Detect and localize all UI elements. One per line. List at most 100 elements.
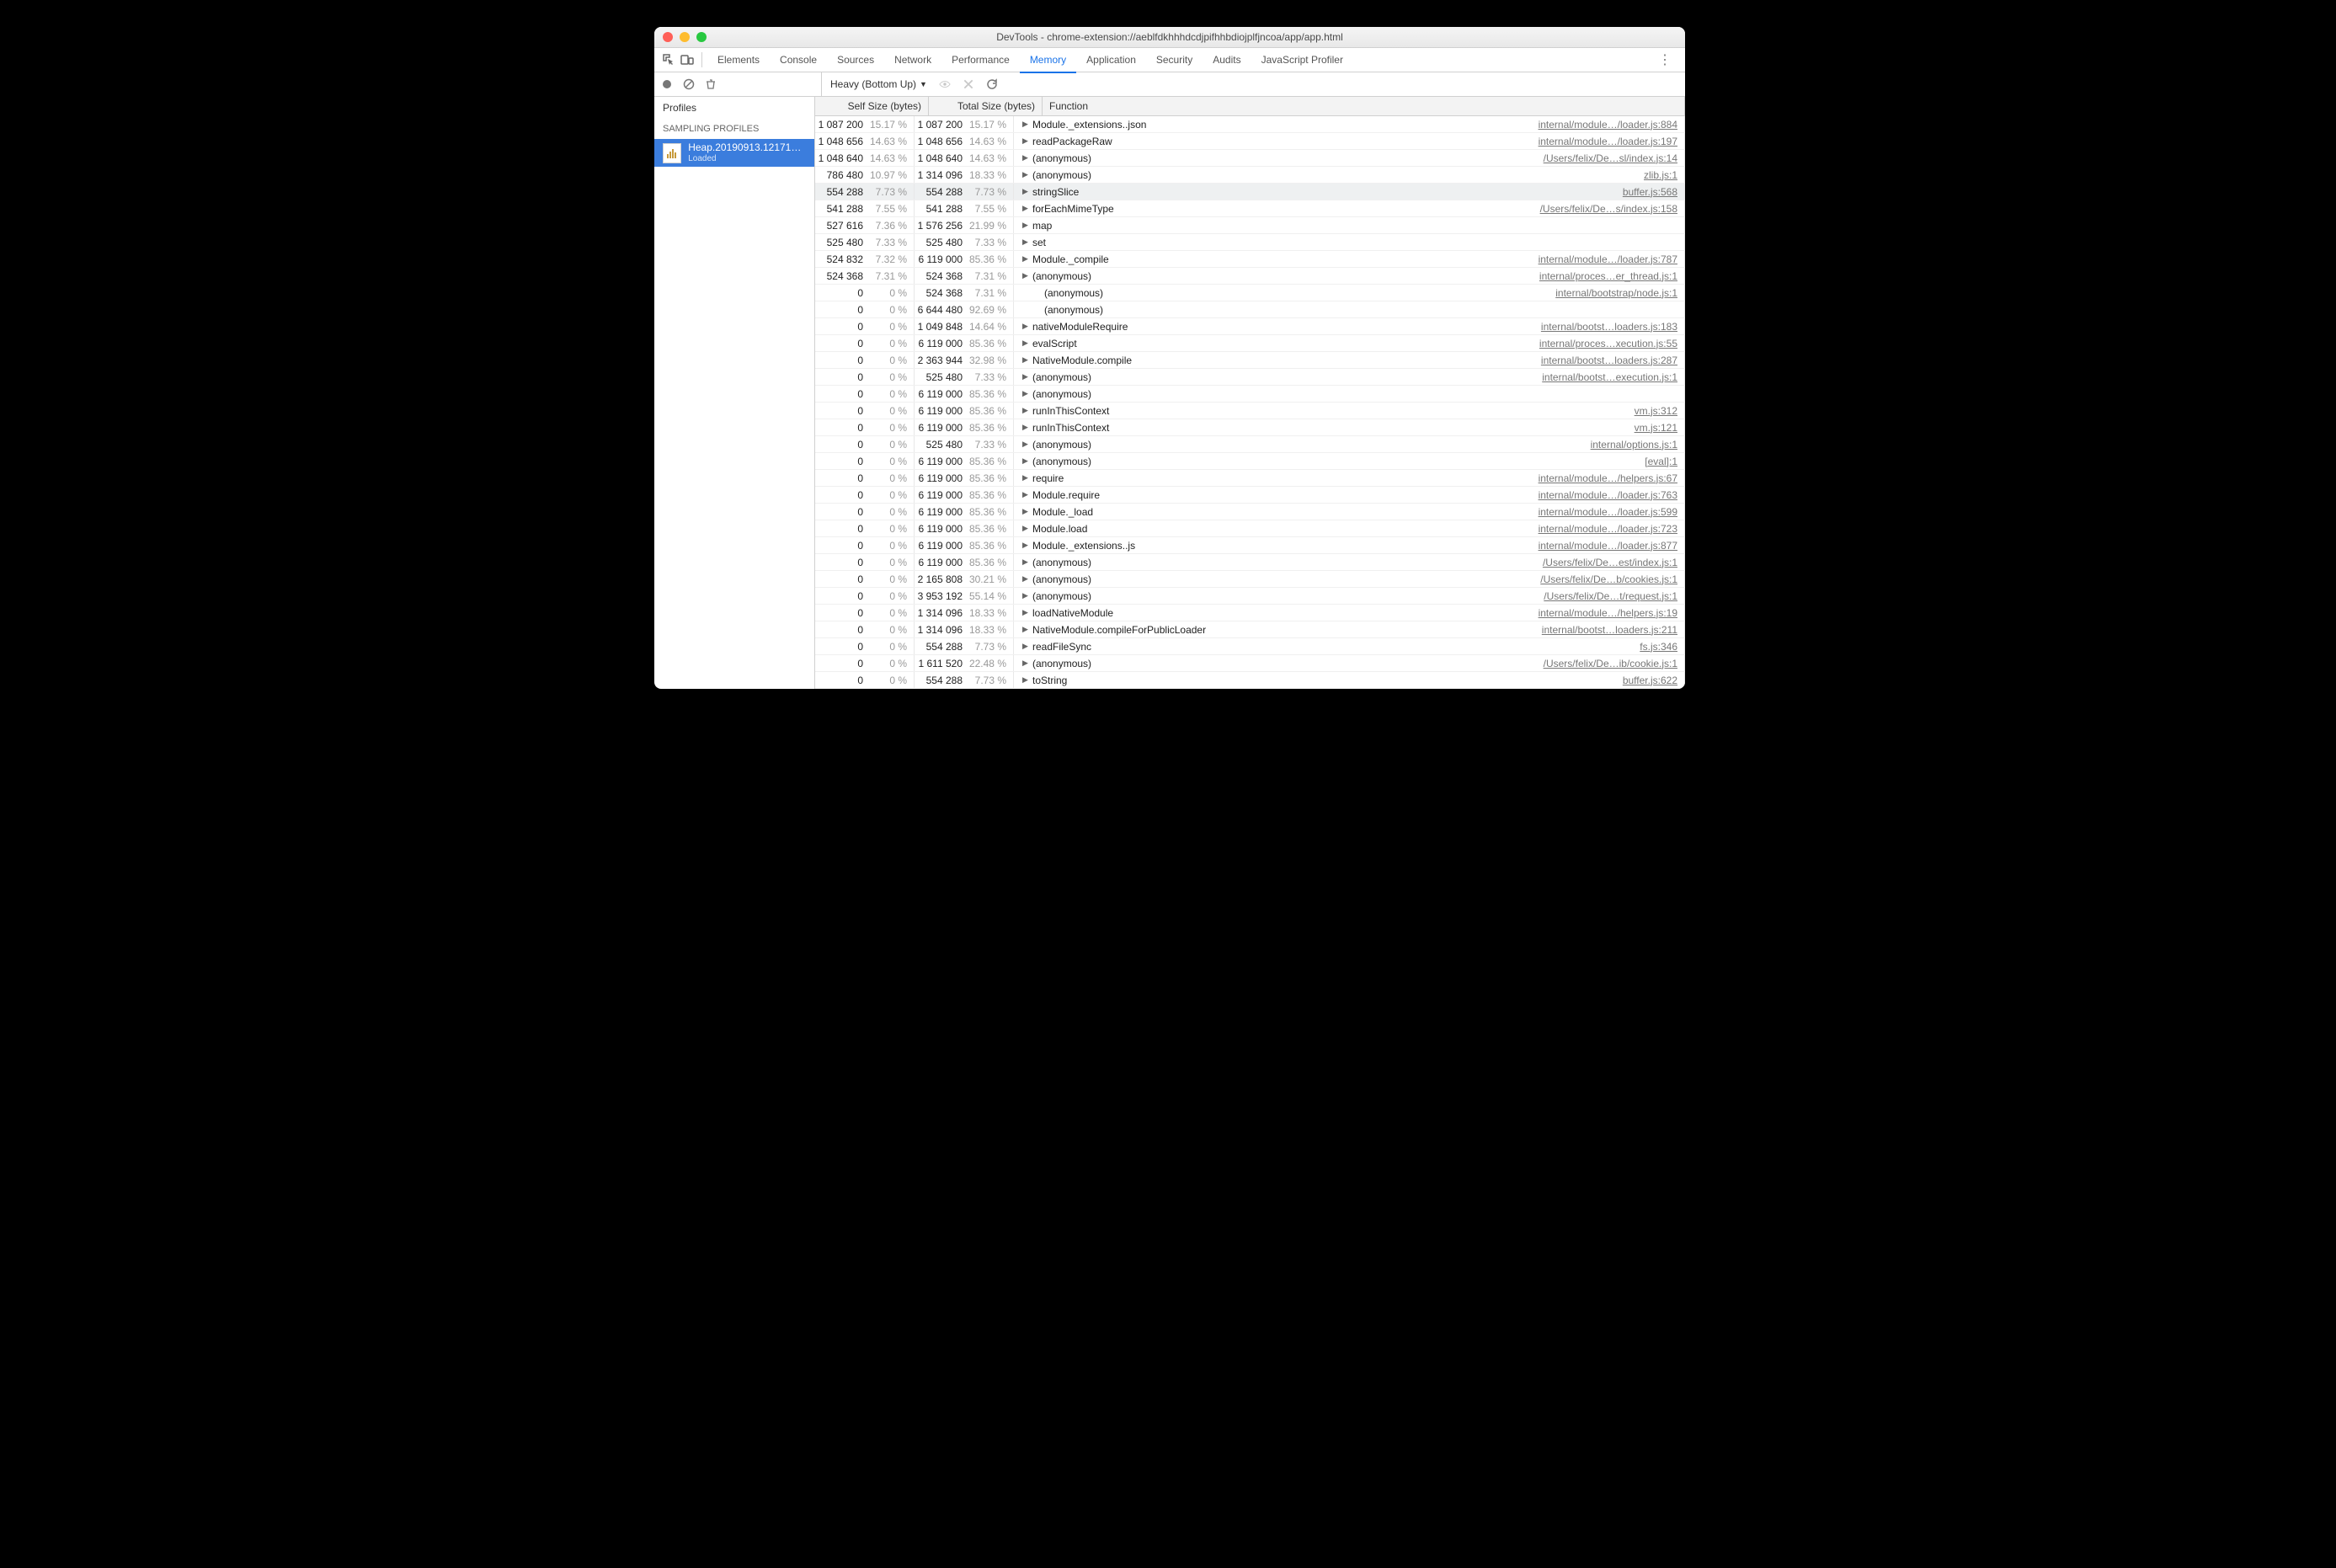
expand-arrow-icon[interactable]: ▶ — [1022, 120, 1031, 129]
tab-console[interactable]: Console — [770, 48, 827, 72]
source-link[interactable]: internal/bootst…loaders.js:287 — [1541, 355, 1677, 366]
expand-arrow-icon[interactable]: ▶ — [1022, 659, 1031, 668]
source-link[interactable]: zlib.js:1 — [1644, 169, 1677, 181]
source-link[interactable]: internal/module…/loader.js:599 — [1539, 506, 1677, 518]
source-link[interactable]: internal/module…/loader.js:884 — [1539, 119, 1677, 131]
tab-audits[interactable]: Audits — [1203, 48, 1251, 72]
table-row[interactable]: 00 %2 165 80830.21 %▶(anonymous)/Users/f… — [815, 571, 1685, 588]
source-link[interactable]: buffer.js:622 — [1623, 675, 1677, 686]
source-link[interactable]: internal/module…/loader.js:723 — [1539, 523, 1677, 535]
tab-sources[interactable]: Sources — [827, 48, 884, 72]
delete-icon[interactable] — [705, 78, 717, 90]
source-link[interactable]: vm.js:312 — [1635, 405, 1677, 417]
tab-performance[interactable]: Performance — [941, 48, 1020, 72]
source-link[interactable]: /Users/felix/De…t/request.js:1 — [1544, 590, 1677, 602]
source-link[interactable]: internal/module…/loader.js:763 — [1539, 489, 1677, 501]
expand-arrow-icon[interactable]: ▶ — [1022, 440, 1031, 449]
eye-icon[interactable] — [939, 78, 951, 90]
table-row[interactable]: 00 %525 4807.33 %▶(anonymous)internal/op… — [815, 436, 1685, 453]
expand-arrow-icon[interactable]: ▶ — [1022, 254, 1031, 264]
tab-security[interactable]: Security — [1146, 48, 1203, 72]
source-link[interactable]: internal/options.js:1 — [1591, 439, 1677, 451]
source-link[interactable]: internal/bootst…execution.js:1 — [1542, 371, 1677, 383]
source-link[interactable]: /Users/felix/De…sl/index.js:14 — [1544, 152, 1677, 164]
table-row[interactable]: 00 %1 611 52022.48 %▶(anonymous)/Users/f… — [815, 655, 1685, 672]
expand-arrow-icon[interactable]: ▶ — [1022, 423, 1031, 432]
tab-network[interactable]: Network — [884, 48, 941, 72]
source-link[interactable]: /Users/felix/De…b/cookies.js:1 — [1540, 573, 1677, 585]
table-row[interactable]: 1 087 20015.17 %1 087 20015.17 %▶Module.… — [815, 116, 1685, 133]
expand-arrow-icon[interactable]: ▶ — [1022, 372, 1031, 381]
expand-arrow-icon[interactable]: ▶ — [1022, 339, 1031, 348]
sidebar-item-heap-profile[interactable]: Heap.20190913.121710.540 Loaded — [654, 139, 814, 167]
source-link[interactable]: internal/module…/helpers.js:19 — [1539, 607, 1677, 619]
expand-arrow-icon[interactable]: ▶ — [1022, 237, 1031, 247]
table-row[interactable]: 00 %554 2887.73 %▶readFileSyncfs.js:346 — [815, 638, 1685, 655]
clear-icon[interactable] — [683, 78, 695, 90]
minimize-icon[interactable] — [680, 32, 690, 42]
expand-arrow-icon[interactable]: ▶ — [1022, 271, 1031, 280]
table-row[interactable]: 00 %2 363 94432.98 %▶NativeModule.compil… — [815, 352, 1685, 369]
expand-arrow-icon[interactable]: ▶ — [1022, 541, 1031, 550]
source-link[interactable]: /Users/felix/De…s/index.js:158 — [1540, 203, 1677, 215]
table-row[interactable]: 00 %525 4807.33 %▶(anonymous)internal/bo… — [815, 369, 1685, 386]
table-row[interactable]: 00 %6 119 00085.36 %▶Module.requireinter… — [815, 487, 1685, 504]
expand-arrow-icon[interactable]: ▶ — [1022, 389, 1031, 398]
source-link[interactable]: fs.js:346 — [1640, 641, 1677, 653]
tab-application[interactable]: Application — [1076, 48, 1146, 72]
expand-arrow-icon[interactable]: ▶ — [1022, 406, 1031, 415]
source-link[interactable]: internal/module…/helpers.js:67 — [1539, 472, 1677, 484]
record-icon[interactable] — [661, 78, 673, 90]
col-self-size[interactable]: Self Size (bytes) — [815, 97, 929, 115]
table-row[interactable]: 00 %6 119 00085.36 %▶(anonymous)[eval]:1 — [815, 453, 1685, 470]
expand-arrow-icon[interactable]: ▶ — [1022, 507, 1031, 516]
zoom-icon[interactable] — [696, 32, 707, 42]
device-icon[interactable] — [678, 51, 696, 69]
close-icon[interactable] — [963, 78, 974, 90]
table-row[interactable]: 00 %6 119 00085.36 %▶runInThisContextvm.… — [815, 419, 1685, 436]
table-row[interactable]: 527 6167.36 %1 576 25621.99 %▶map — [815, 217, 1685, 234]
source-link[interactable]: /Users/felix/De…ib/cookie.js:1 — [1544, 658, 1677, 669]
expand-arrow-icon[interactable]: ▶ — [1022, 153, 1031, 163]
table-row[interactable]: 541 2887.55 %541 2887.55 %▶forEachMimeTy… — [815, 200, 1685, 217]
expand-arrow-icon[interactable]: ▶ — [1022, 456, 1031, 466]
view-mode-select[interactable]: Heavy (Bottom Up) ▼ — [830, 78, 927, 90]
grid-body[interactable]: 1 087 20015.17 %1 087 20015.17 %▶Module.… — [815, 116, 1685, 689]
table-row[interactable]: 00 %6 119 00085.36 %▶(anonymous)/Users/f… — [815, 554, 1685, 571]
expand-arrow-icon[interactable]: ▶ — [1022, 625, 1031, 634]
table-row[interactable]: 00 %6 119 00085.36 %▶requireinternal/mod… — [815, 470, 1685, 487]
table-row[interactable]: 00 %3 953 19255.14 %▶(anonymous)/Users/f… — [815, 588, 1685, 605]
table-row[interactable]: 00 %6 119 00085.36 %▶(anonymous) — [815, 386, 1685, 403]
table-row[interactable]: 00 %554 2887.73 %▶toStringbuffer.js:622 — [815, 672, 1685, 689]
expand-arrow-icon[interactable]: ▶ — [1022, 524, 1031, 533]
source-link[interactable]: internal/proces…er_thread.js:1 — [1539, 270, 1677, 282]
table-row[interactable]: 00 %6 119 00085.36 %▶Module._extensions.… — [815, 537, 1685, 554]
source-link[interactable]: internal/bootst…loaders.js:211 — [1542, 624, 1677, 636]
expand-arrow-icon[interactable]: ▶ — [1022, 574, 1031, 584]
source-link[interactable]: internal/module…/loader.js:877 — [1539, 540, 1677, 552]
close-icon[interactable] — [663, 32, 673, 42]
expand-arrow-icon[interactable]: ▶ — [1022, 473, 1031, 483]
table-row[interactable]: 00 %1 049 84814.64 %▶nativeModuleRequire… — [815, 318, 1685, 335]
table-row[interactable]: 00 %6 119 00085.36 %▶evalScriptinternal/… — [815, 335, 1685, 352]
expand-arrow-icon[interactable]: ▶ — [1022, 642, 1031, 651]
expand-arrow-icon[interactable]: ▶ — [1022, 675, 1031, 685]
table-row[interactable]: 1 048 65614.63 %1 048 65614.63 %▶readPac… — [815, 133, 1685, 150]
table-row[interactable]: 1 048 64014.63 %1 048 64014.63 %▶(anonym… — [815, 150, 1685, 167]
table-row[interactable]: 00 %1 314 09618.33 %▶NativeModule.compil… — [815, 621, 1685, 638]
source-link[interactable]: [eval]:1 — [1645, 456, 1677, 467]
table-row[interactable]: 00 %6 119 00085.36 %▶Module.loadinternal… — [815, 520, 1685, 537]
table-row[interactable]: 554 2887.73 %554 2887.73 %▶stringSlicebu… — [815, 184, 1685, 200]
tab-javascript-profiler[interactable]: JavaScript Profiler — [1251, 48, 1353, 72]
tab-elements[interactable]: Elements — [707, 48, 770, 72]
expand-arrow-icon[interactable]: ▶ — [1022, 322, 1031, 331]
source-link[interactable]: internal/proces…xecution.js:55 — [1539, 338, 1677, 349]
table-row[interactable]: 786 48010.97 %1 314 09618.33 %▶(anonymou… — [815, 167, 1685, 184]
table-row[interactable]: 00 %524 3687.31 %(anonymous)internal/boo… — [815, 285, 1685, 301]
kebab-icon[interactable]: ⋮ — [1650, 51, 1680, 68]
expand-arrow-icon[interactable]: ▶ — [1022, 204, 1031, 213]
source-link[interactable]: internal/bootst…loaders.js:183 — [1541, 321, 1677, 333]
table-row[interactable]: 524 3687.31 %524 3687.31 %▶(anonymous)in… — [815, 268, 1685, 285]
expand-arrow-icon[interactable]: ▶ — [1022, 557, 1031, 567]
reload-icon[interactable] — [986, 78, 998, 90]
